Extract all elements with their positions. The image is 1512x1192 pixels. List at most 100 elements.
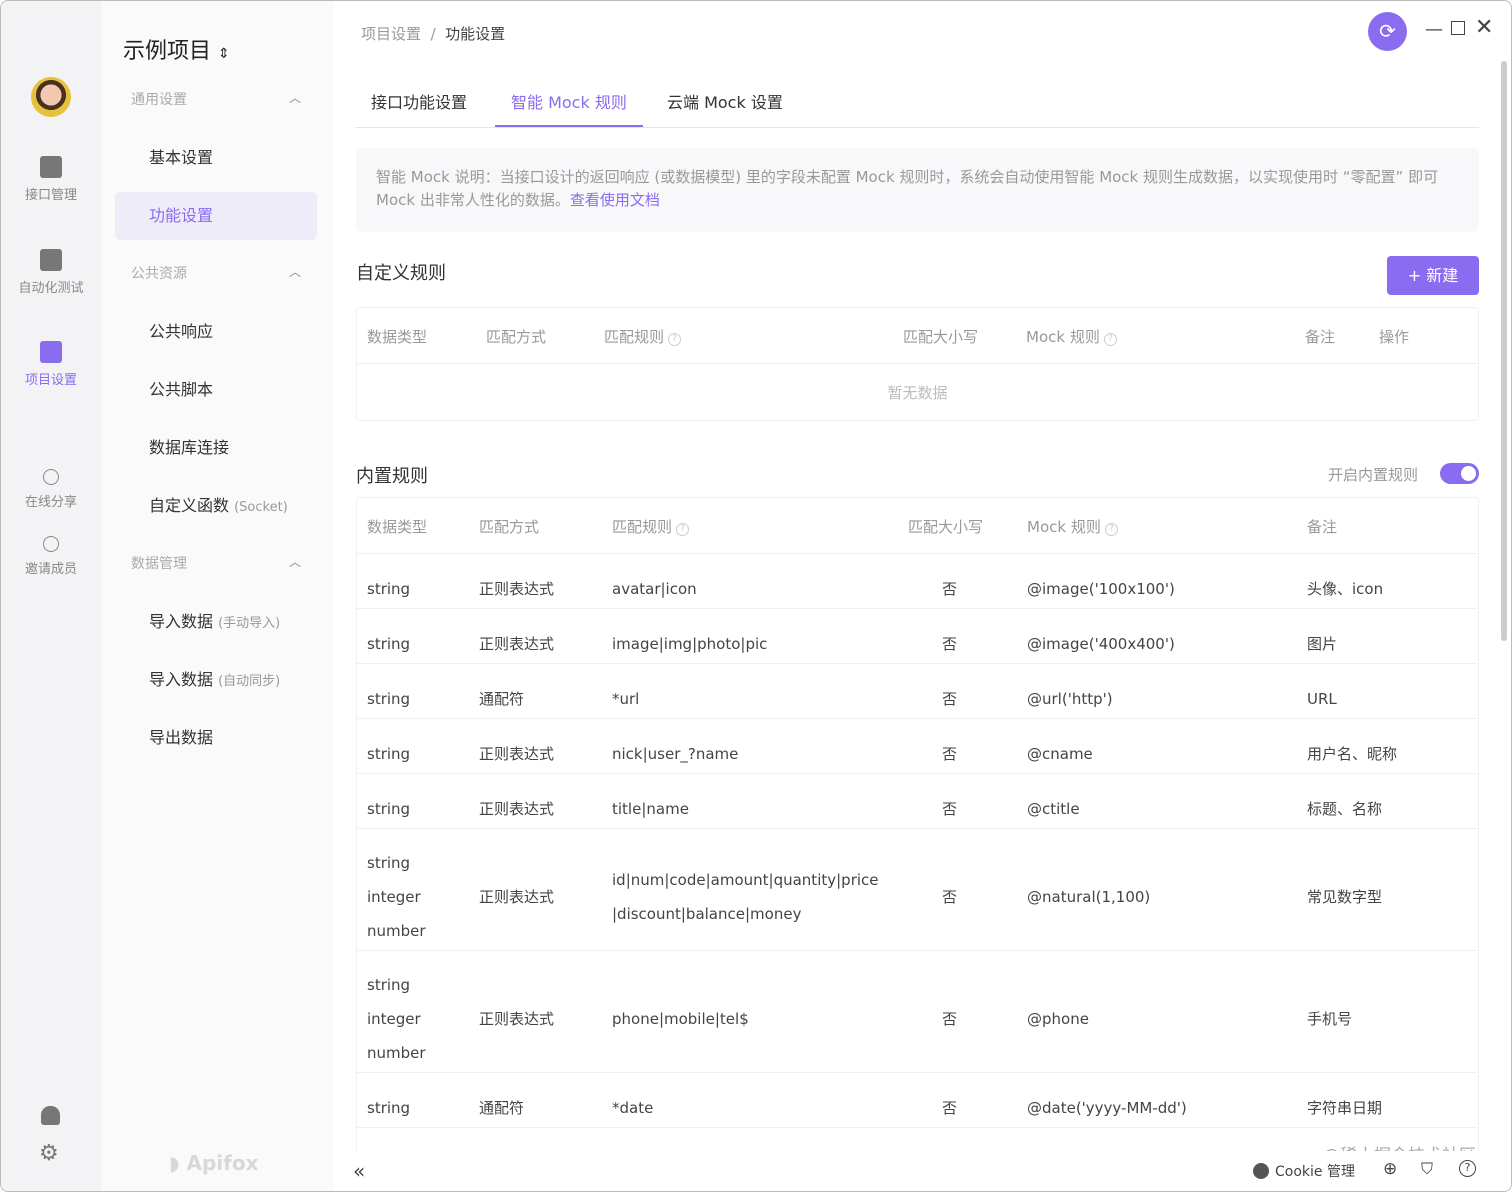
cell-note: 用户名、昵称 (1307, 744, 1398, 763)
sidebar-item[interactable]: 功能设置 (115, 192, 317, 240)
minimize-icon[interactable]: — (1425, 19, 1443, 40)
custom-rules-table: 数据类型 匹配方式 匹配规则? 匹配大小写 Mock 规则? 备注 操作 暂无数据 (356, 307, 1479, 421)
note-text: 智能 Mock 说明：当接口设计的返回响应 (或数据模型) 里的字段未配置 Mo… (376, 168, 1439, 209)
sidebar-item[interactable]: 导入数据 (自动同步) (115, 656, 317, 704)
invite-icon (43, 536, 59, 552)
table-row[interactable]: string 正则表达式 title|name 否 @ctitle 标题、名称 (357, 774, 1478, 829)
rail-item-3[interactable]: 在线分享 (1, 469, 101, 510)
sidebar-item[interactable]: 自定义函数 (Socket) (115, 482, 317, 530)
mock-note: 智能 Mock 说明：当接口设计的返回响应 (或数据模型) 里的字段未配置 Mo… (356, 148, 1479, 232)
cell-rule: *url (612, 689, 640, 708)
close-icon[interactable]: ✕ (1475, 15, 1493, 40)
sidebar-item-sub: (自动同步) (218, 674, 281, 689)
cell-rule: avatar|icon (612, 579, 697, 598)
table-row[interactable]: string 通配符 *url 否 @url('http') URL (357, 664, 1478, 719)
api-icon (40, 156, 62, 178)
sidebar-group[interactable]: 通用设置 ︿ (131, 89, 301, 109)
table-row[interactable]: string 正则表达式 image|img|photo|pic 否 @image('4… (357, 609, 1478, 664)
header-label: 匹配大小写 (908, 518, 984, 536)
project-switcher[interactable]: 示例项目 ⇕ (123, 33, 230, 65)
sidebar-item-label: 导入数据 (149, 670, 214, 689)
table-row[interactable]: string 正则表达式 avatar|icon 否 @image('100x100')… (357, 554, 1478, 609)
rail-item-label: 自动化测试 (18, 281, 84, 296)
sidebar-group[interactable]: 公共资源 ︿ (131, 263, 301, 283)
cell-note: 字符串日期 (1307, 1098, 1383, 1117)
chevron-up-icon: ︿ (288, 555, 301, 569)
cell-mock: @date('yyyy-MM-dd') (1027, 1098, 1187, 1117)
sidebar-item[interactable]: 导入数据 (手动导入) (115, 598, 317, 646)
header-label: 操作 (1379, 328, 1410, 346)
cell-mock: @url('http') (1027, 689, 1113, 708)
apifox-logo: ◗ Apifox (169, 1151, 259, 1175)
sort-icon: ⇕ (218, 46, 230, 62)
cell-case: 否 (942, 1098, 958, 1117)
help-icon[interactable]: ? (1459, 1160, 1476, 1177)
sidebar-item[interactable]: 公共脚本 (115, 366, 317, 414)
rail-item-1[interactable]: 自动化测试 (1, 249, 101, 296)
sidebar-item[interactable]: 基本设置 (115, 134, 317, 182)
bell-icon[interactable] (41, 1106, 60, 1125)
breadcrumb-sep: / (430, 25, 436, 43)
group-label: 数据管理 (131, 556, 187, 572)
rail-item-label: 邀请成员 (24, 562, 77, 577)
builtin-rules-title: 内置规则 (356, 466, 428, 487)
collapse-sidebar-icon[interactable]: « (353, 1159, 365, 1183)
cell-mode: 正则表达式 (479, 799, 555, 818)
tab-cloud-mock[interactable]: 云端 Mock 设置 (651, 89, 799, 127)
footer-bar: « Cookie 管理 ⊕ ⛉ ? (333, 1151, 1511, 1191)
sidebar-item-label: 公共脚本 (149, 380, 214, 399)
gear-icon[interactable]: ⚙ (39, 1141, 59, 1166)
builtin-toggle[interactable] (1440, 463, 1479, 484)
project-settings-icon (40, 341, 62, 363)
header-label: 匹配规则 (604, 328, 665, 346)
cell-note: URL (1307, 689, 1337, 708)
breadcrumb: 项目设置 / 功能设置 (361, 23, 505, 44)
cell-mode: 正则表达式 (479, 579, 555, 598)
cell-type: string (367, 799, 411, 818)
table-row[interactable]: string integer number 正则表达式 phone|mobile|t… (357, 951, 1478, 1073)
sync-button[interactable]: ⟳ (1368, 12, 1407, 51)
sidebar-item-label: 自定义函数 (149, 496, 230, 515)
sidebar-item-label: 导入数据 (149, 612, 214, 631)
rail-item-2[interactable]: 项目设置 (1, 341, 101, 388)
cell-mock: @cname (1027, 744, 1093, 763)
group-label: 通用设置 (131, 92, 187, 108)
empty-state: 暂无数据 (887, 384, 948, 402)
rail-item-0[interactable]: 接口管理 (1, 156, 101, 203)
cell-rule: *date (612, 1098, 654, 1117)
automation-icon (40, 249, 62, 271)
avatar[interactable] (31, 77, 71, 117)
tab-interface-settings[interactable]: 接口功能设置 (355, 89, 483, 127)
sidebar-item[interactable]: 数据库连接 (115, 424, 317, 472)
table-row[interactable]: string 正则表达式 nick|user_?name 否 @cname 用户名、昵称 (357, 719, 1478, 774)
column-header: 匹配大小写 (908, 516, 983, 537)
cell-case: 否 (942, 634, 958, 653)
cookie-button[interactable]: Cookie 管理 (1253, 1161, 1355, 1181)
shirt-icon[interactable]: ⛉ (1421, 1159, 1433, 1179)
table-row[interactable]: string 通配符 *date 否 @date('yyyy-MM-dd') 字符串日期 (357, 1073, 1478, 1128)
cell-rule: id|num|code|amount|quantity|price |disco… (612, 871, 879, 923)
sidebar-item[interactable]: 导出数据 (115, 714, 317, 762)
table-row[interactable]: string integer number 正则表达式 id|num|code|am… (357, 829, 1478, 951)
sidebar-group[interactable]: 数据管理 ︿ (131, 553, 301, 573)
cell-mode: 正则表达式 (479, 888, 555, 906)
breadcrumb-item[interactable]: 项目设置 (361, 25, 421, 43)
docs-link[interactable]: 查看使用文档 (570, 191, 660, 209)
rail-item-4[interactable]: 邀请成员 (1, 536, 101, 577)
logo-icon: ◗ (169, 1151, 180, 1175)
rail-item-label: 在线分享 (24, 495, 77, 510)
icon-rail: 接口管理自动化测试项目设置在线分享邀请成员 ⚙ (1, 1, 101, 1191)
maximize-icon[interactable] (1451, 21, 1465, 35)
sidebar-item-label: 公共响应 (149, 322, 214, 341)
cell-mode: 正则表达式 (479, 1010, 555, 1028)
sidebar-item-sub: (Socket) (234, 500, 288, 515)
column-header: 操作 (1379, 326, 1409, 347)
cell-type: string (367, 634, 411, 653)
group-label: 公共资源 (131, 266, 187, 282)
scrollbar[interactable] (1501, 61, 1507, 641)
cell-type: string (367, 689, 411, 708)
upload-icon[interactable]: ⊕ (1383, 1159, 1397, 1179)
new-rule-button[interactable]: + 新建 (1387, 256, 1479, 295)
tab-smart-mock[interactable]: 智能 Mock 规则 (495, 89, 643, 127)
sidebar-item[interactable]: 公共响应 (115, 308, 317, 356)
